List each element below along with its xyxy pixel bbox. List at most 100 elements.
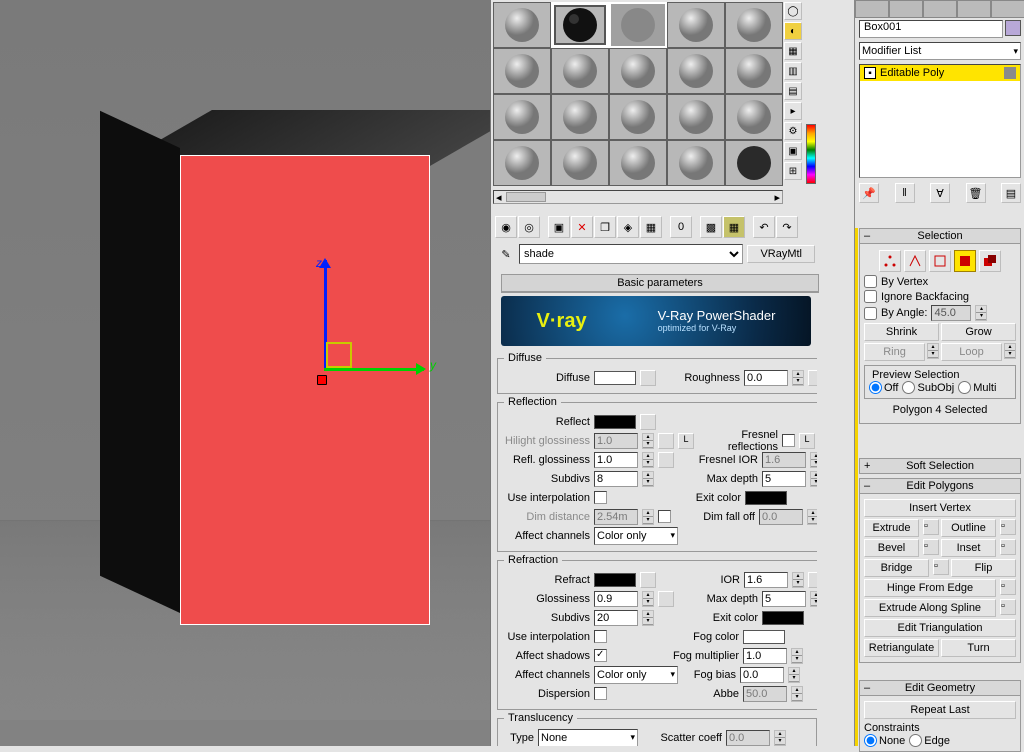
get-material-icon[interactable]: ◉ [495, 216, 517, 238]
video-check-icon[interactable]: ▤ [784, 82, 802, 100]
refract-color-swatch[interactable] [594, 573, 636, 587]
outline-settings-button[interactable]: ▫ [1000, 519, 1016, 535]
sample-slot[interactable] [551, 94, 609, 140]
reflect-color-swatch[interactable] [594, 415, 636, 429]
refl-subdivs-spinner[interactable]: ▴▾ [642, 471, 654, 487]
refr-maxdepth-spinner[interactable]: ▴▾ [810, 591, 817, 607]
viewport[interactable]: z y [0, 0, 490, 746]
fogbias-spinner[interactable]: ▴▾ [788, 667, 800, 683]
refl-maxdepth-spinner[interactable]: ▴▾ [810, 471, 817, 487]
bridge-settings-button[interactable]: ▫ [933, 559, 949, 575]
subobj-vertex-icon[interactable] [879, 250, 901, 272]
sample-slot[interactable] [493, 2, 551, 48]
sample-slot[interactable] [609, 140, 667, 186]
make-unique-icon[interactable]: ∀ [930, 183, 950, 203]
refr-maxdepth-field[interactable]: 5 [762, 591, 806, 607]
sample-slot[interactable] [667, 140, 725, 186]
sample-slot[interactable] [667, 48, 725, 94]
basic-parameters-header[interactable]: Basic parameters [502, 275, 818, 292]
soft-selection-header[interactable]: +Soft Selection [859, 458, 1021, 474]
material-id-icon[interactable]: 0 [670, 216, 692, 238]
expand-icon[interactable]: ▪ [864, 67, 876, 79]
outline-button[interactable]: Outline [941, 519, 996, 537]
background-icon[interactable]: ▦ [784, 42, 802, 60]
subobj-polygon-icon[interactable] [954, 250, 976, 272]
refr-gloss-field[interactable]: 0.9 [594, 591, 638, 607]
pin-stack-icon[interactable]: 📌 [859, 183, 879, 203]
subobj-element-icon[interactable] [979, 250, 1001, 272]
refr-gloss-spinner[interactable]: ▴▾ [642, 591, 654, 607]
make-preview-icon[interactable]: ▸ [784, 102, 802, 120]
material-map-nav-icon[interactable]: ⊞ [784, 162, 802, 180]
object-name-field[interactable]: Box001 [859, 20, 1003, 38]
sample-slot[interactable] [493, 48, 551, 94]
show-in-viewport-icon[interactable]: ▩ [700, 216, 722, 238]
sample-slot[interactable] [725, 94, 783, 140]
configure-sets-icon[interactable]: ▤ [1001, 183, 1021, 203]
bevel-button[interactable]: Bevel [864, 539, 919, 557]
sample-slot[interactable] [725, 140, 783, 186]
sample-slot[interactable] [551, 48, 609, 94]
inset-settings-button[interactable]: ▫ [1000, 539, 1016, 555]
sample-type-icon[interactable]: ◯ [784, 2, 802, 20]
roughness-spinner[interactable]: ▴▾ [792, 370, 804, 386]
dimdist-checkbox[interactable] [658, 510, 671, 523]
refr-useinterp-checkbox[interactable] [594, 630, 607, 643]
options-icon[interactable]: ⚙ [784, 122, 802, 140]
bevel-settings-button[interactable]: ▫ [923, 539, 939, 555]
ior-spinner[interactable]: ▴▾ [792, 572, 804, 588]
extrude-button[interactable]: Extrude [864, 519, 919, 537]
bridge-button[interactable]: Bridge [864, 559, 929, 577]
preview-multi-radio[interactable] [958, 381, 971, 394]
show-end-result-icon[interactable]: ▦ [723, 216, 745, 238]
refr-subdivs-spinner[interactable]: ▴▾ [642, 610, 654, 626]
ior-field[interactable]: 1.6 [744, 572, 788, 588]
sample-slot[interactable] [725, 48, 783, 94]
roughness-field[interactable]: 0.0 [744, 370, 788, 386]
sample-slot[interactable] [609, 48, 667, 94]
hinge-from-edge-button[interactable]: Hinge From Edge [864, 579, 996, 597]
refl-maxdepth-field[interactable]: 5 [762, 471, 806, 487]
fogmult-spinner[interactable]: ▴▾ [791, 648, 803, 664]
retriangulate-button[interactable]: Retriangulate [864, 639, 939, 657]
lock-hilight-button[interactable]: L [678, 433, 694, 449]
stack-item-toggle-icon[interactable] [1004, 67, 1016, 79]
sample-slot[interactable] [493, 140, 551, 186]
move-gizmo[interactable]: z y [320, 260, 440, 400]
extrude-settings-button[interactable]: ▫ [923, 519, 939, 535]
by-angle-checkbox[interactable] [864, 307, 877, 320]
color-strip-icon[interactable] [806, 124, 816, 184]
preview-off-radio[interactable] [869, 381, 882, 394]
selection-header[interactable]: –Selection [859, 228, 1021, 244]
sample-slot[interactable] [609, 94, 667, 140]
command-panel-tabs[interactable] [855, 0, 1024, 18]
diffuse-color-swatch[interactable] [594, 371, 636, 385]
gizmo-plane-yz[interactable] [326, 342, 352, 368]
diffuse-map-button[interactable] [640, 370, 656, 386]
fogbias-field[interactable]: 0.0 [740, 667, 784, 683]
sample-slot[interactable] [493, 94, 551, 140]
sample-uv-icon[interactable]: ▥ [784, 62, 802, 80]
constraint-edge-radio[interactable] [909, 734, 922, 747]
gizmo-origin[interactable] [317, 375, 327, 385]
stack-item-editable-poly[interactable]: ▪ Editable Poly [860, 65, 1020, 81]
put-to-library-icon[interactable]: ▦ [640, 216, 662, 238]
go-forward-icon[interactable]: ↷ [776, 216, 798, 238]
put-to-scene-icon[interactable]: ◎ [518, 216, 540, 238]
scrollbar-thumb[interactable] [506, 192, 546, 202]
sample-slot[interactable] [667, 2, 725, 48]
refr-gloss-map-button[interactable] [658, 591, 674, 607]
sample-slot[interactable] [609, 2, 667, 48]
reflect-map-button[interactable] [640, 414, 656, 430]
refr-exitcolor-swatch[interactable] [762, 611, 804, 625]
inset-button[interactable]: Inset [941, 539, 996, 557]
go-parent-icon[interactable]: ↶ [753, 216, 775, 238]
repeat-last-button[interactable]: Repeat Last [864, 701, 1016, 719]
flip-button[interactable]: Flip [951, 559, 1016, 577]
subobj-edge-icon[interactable] [904, 250, 926, 272]
make-unique-icon[interactable]: ◈ [617, 216, 639, 238]
sample-slot[interactable] [667, 94, 725, 140]
fogcolor-swatch[interactable] [743, 630, 785, 644]
extrude-along-spline-button[interactable]: Extrude Along Spline [864, 599, 996, 617]
subobj-border-icon[interactable] [929, 250, 951, 272]
